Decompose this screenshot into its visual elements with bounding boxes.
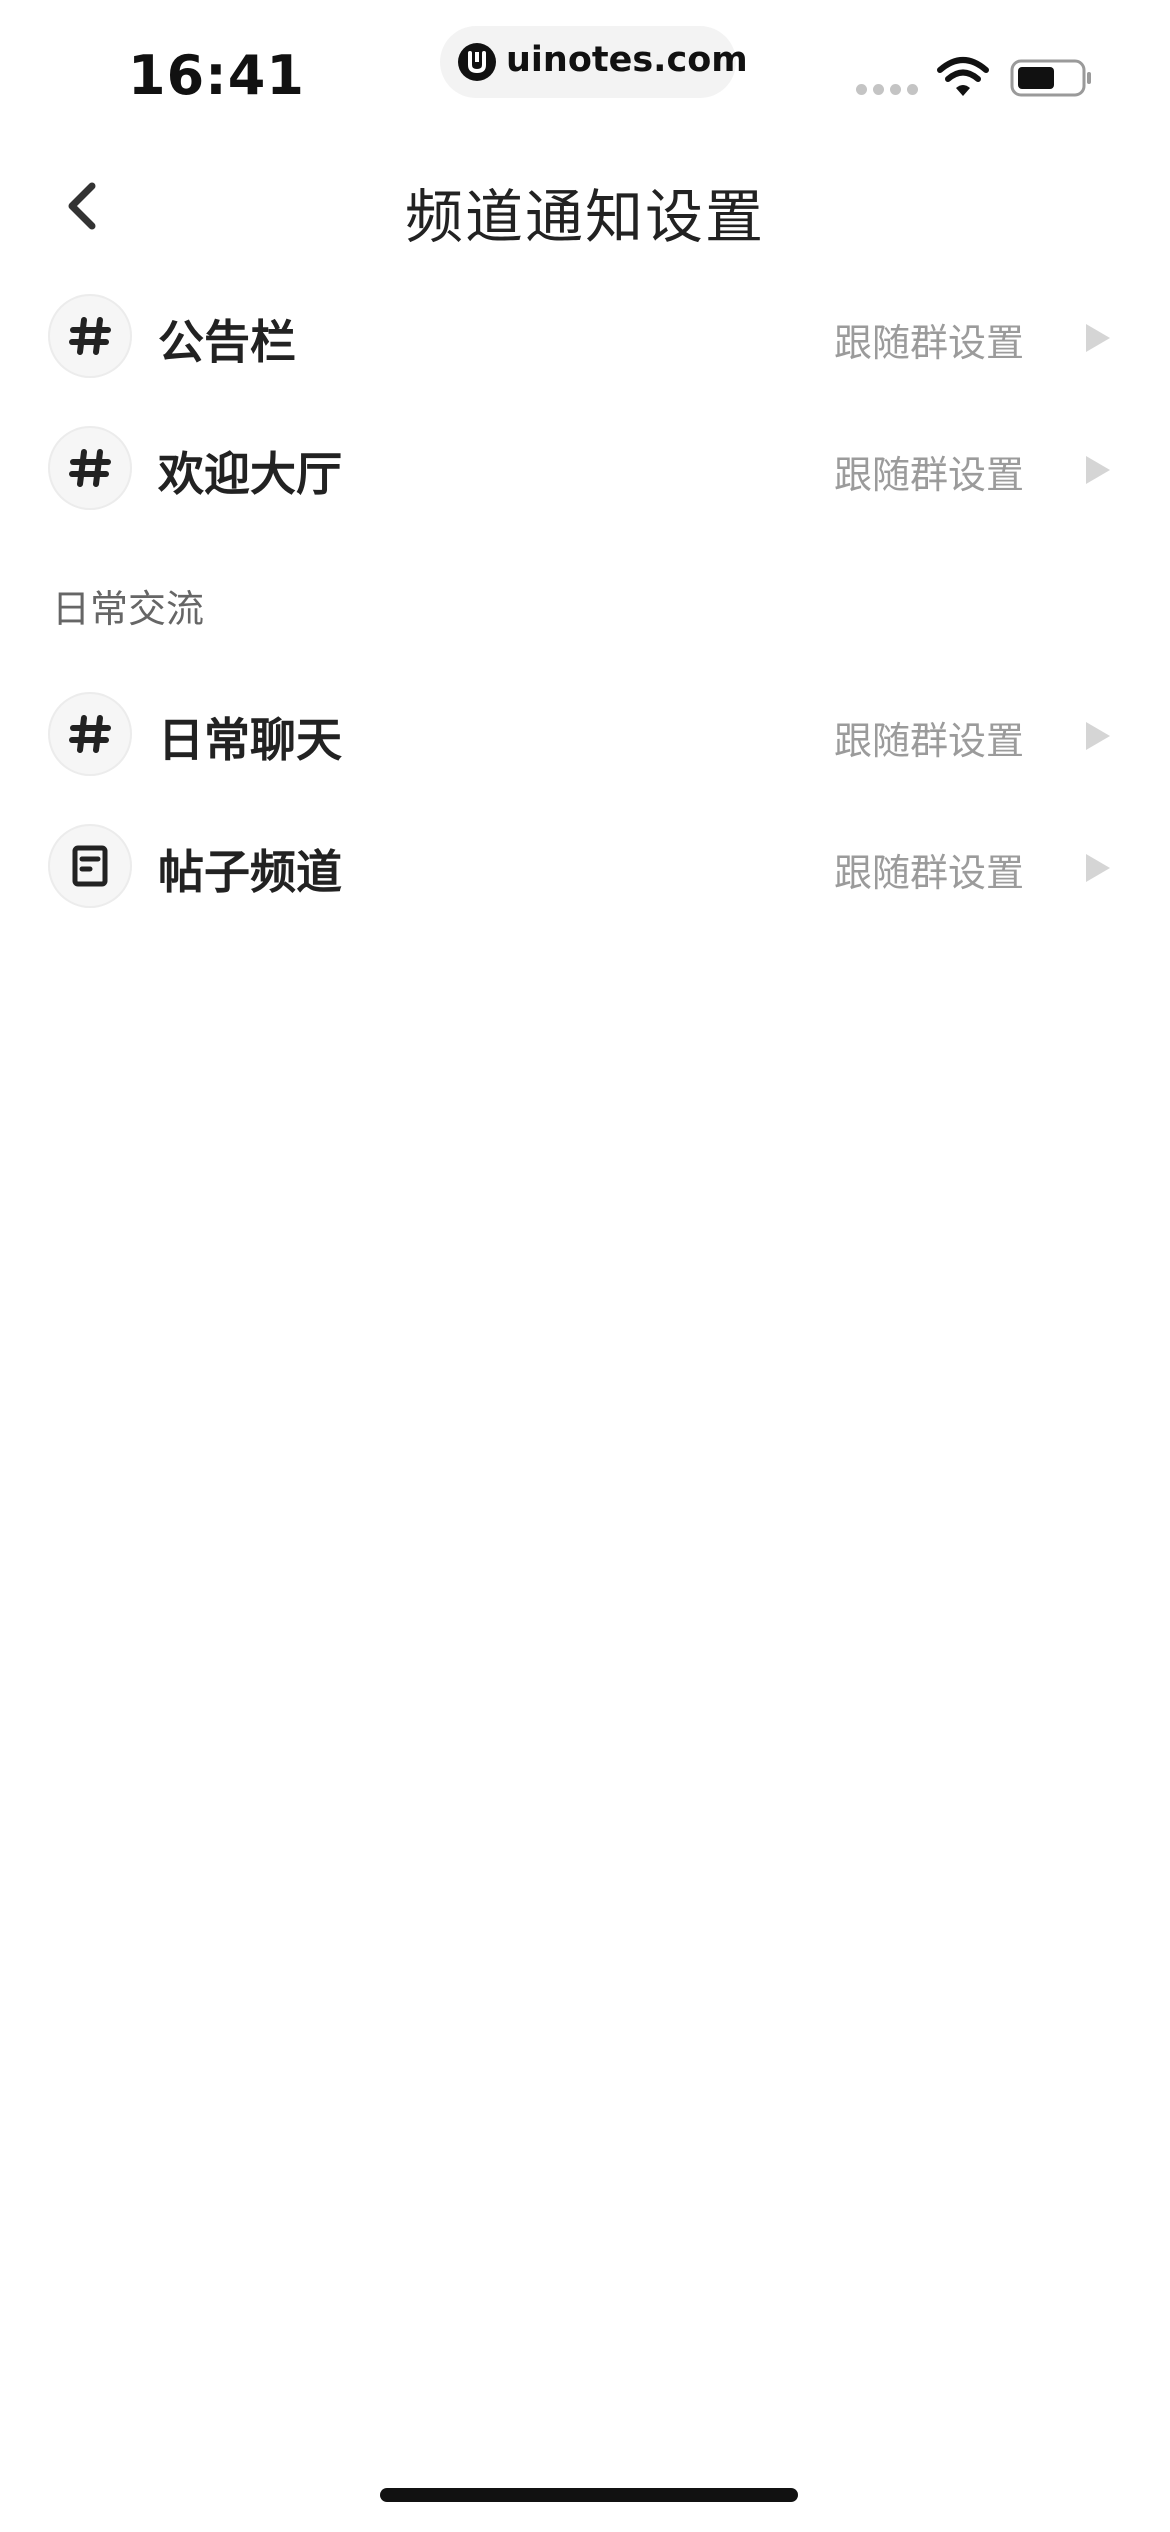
play-arrow-icon	[1086, 722, 1110, 750]
hash-icon	[48, 426, 132, 510]
home-indicator[interactable]	[380, 2488, 798, 2502]
channel-row-daily-chat[interactable]: 日常聊天 跟随群设置	[0, 668, 1170, 800]
play-arrow-icon	[1086, 456, 1110, 484]
url-text: uinotes.com	[506, 40, 748, 80]
channel-row-welcome-hall[interactable]: 欢迎大厅 跟随群设置	[0, 402, 1170, 534]
channel-notify-setting: 跟随群设置	[833, 453, 1024, 497]
uinotes-logo-icon	[458, 43, 496, 81]
channel-row-announcements[interactable]: 公告栏 跟随群设置	[0, 270, 1170, 402]
battery-icon	[1010, 59, 1091, 97]
channel-name: 欢迎大厅	[158, 447, 342, 501]
section-header: 日常交流	[52, 587, 205, 631]
channel-notify-setting: 跟随群设置	[833, 851, 1024, 895]
hash-icon	[48, 294, 132, 378]
page-title: 频道通知设置	[404, 183, 765, 251]
channel-notify-setting: 跟随群设置	[833, 719, 1024, 763]
cellular-signal-icon	[856, 84, 920, 96]
wifi-icon	[937, 57, 989, 96]
channel-notify-setting: 跟随群设置	[833, 321, 1024, 365]
play-arrow-icon	[1086, 324, 1110, 352]
channel-row-posts[interactable]: 帖子频道 跟随群设置	[0, 800, 1170, 932]
status-bar: 16:41 uinotes.com	[0, 0, 1170, 140]
hash-icon	[48, 692, 132, 776]
channel-name: 帖子频道	[158, 845, 342, 899]
post-icon	[48, 824, 132, 908]
url-pill[interactable]: uinotes.com	[440, 26, 748, 98]
channel-name: 日常聊天	[158, 713, 342, 767]
nav-bar: 频道通知设置	[0, 140, 1170, 270]
status-time: 16:41	[128, 44, 305, 107]
play-arrow-icon	[1086, 854, 1110, 882]
channel-name: 公告栏	[158, 315, 296, 369]
